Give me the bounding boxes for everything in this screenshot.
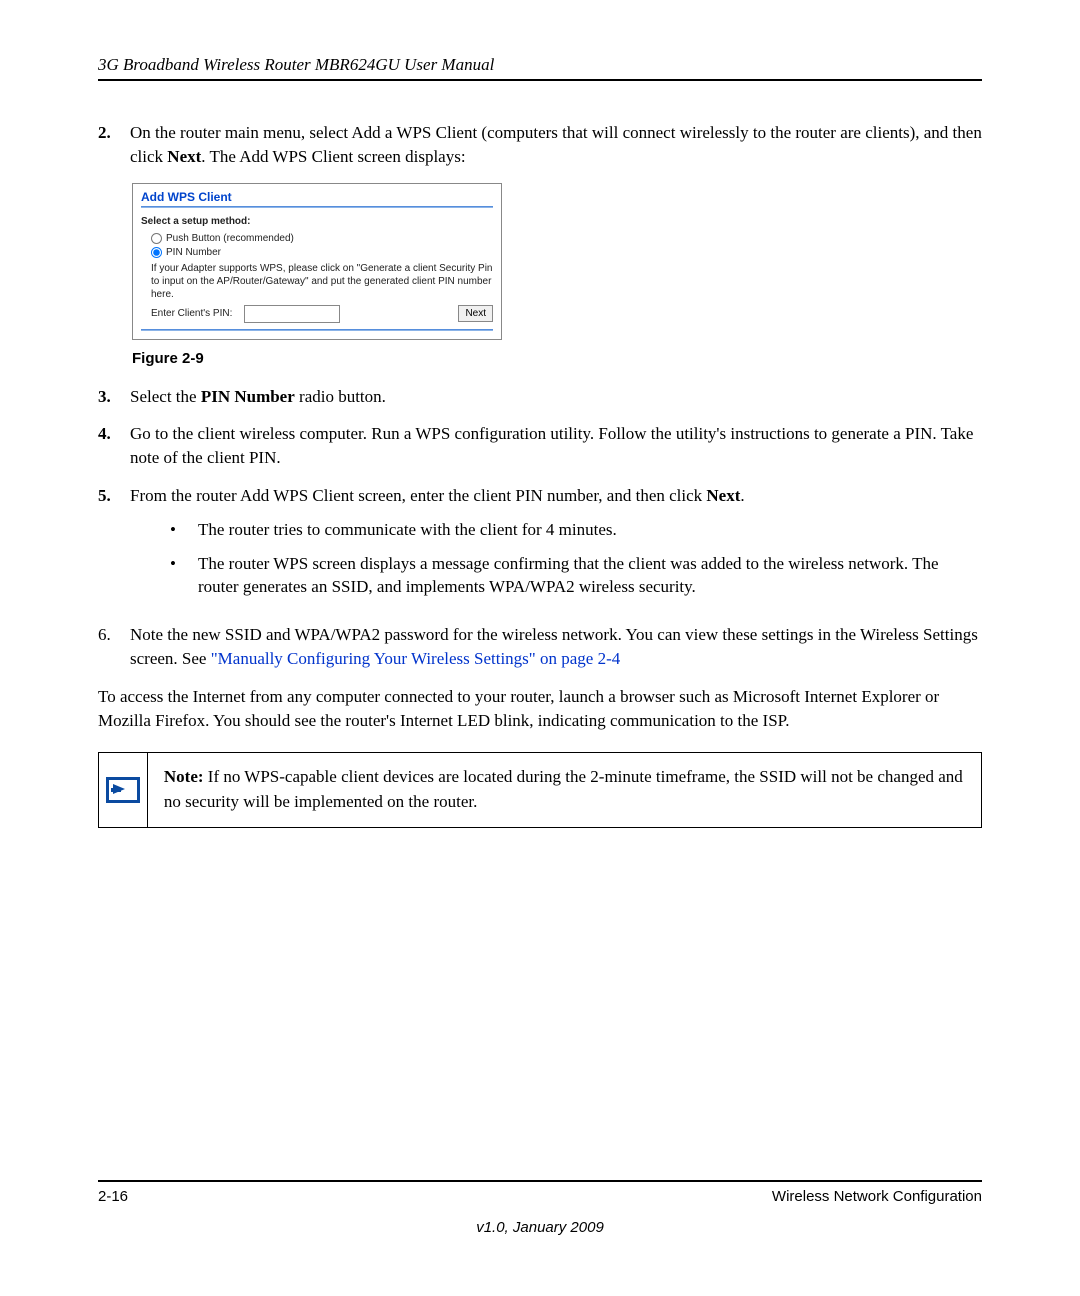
add-wps-client-screenshot: Add WPS Client Select a setup method: Pu… [132, 183, 502, 340]
page-number: 2-16 [98, 1188, 128, 1205]
select-method-label: Select a setup method: [141, 216, 493, 227]
step-5-text-b: . [740, 486, 744, 505]
step-5-next-bold: Next [706, 486, 740, 505]
manual-config-link[interactable]: "Manually Configuring Your Wireless Sett… [211, 649, 621, 668]
next-button[interactable]: Next [458, 305, 493, 322]
step-2-text: On the router main menu, select Add a WP… [130, 121, 982, 169]
note-label: Note: [164, 767, 204, 786]
section-name: Wireless Network Configuration [772, 1188, 982, 1205]
pin-number-radio[interactable] [151, 247, 162, 258]
pin-number-label: PIN Number [166, 247, 221, 258]
step-number-5: 5. [98, 484, 130, 609]
page-footer: 2-16 Wireless Network Configuration v1.0… [98, 1180, 982, 1236]
document-version: v1.0, January 2009 [98, 1219, 982, 1236]
pin-help-text: If your Adapter supports WPS, please cli… [151, 262, 493, 301]
step-number-6: 6. [98, 623, 130, 671]
bullet-1-text: The router tries to communicate with the… [198, 518, 617, 542]
step-3-pin-bold: PIN Number [201, 387, 295, 406]
step-number-3: 3. [98, 385, 130, 409]
step-5-text-a: From the router Add WPS Client screen, e… [130, 486, 706, 505]
step-6-text: Note the new SSID and WPA/WPA2 password … [130, 623, 982, 671]
panel-divider-bottom [141, 329, 493, 331]
push-button-label: Push Button (recommended) [166, 233, 294, 244]
push-button-radio[interactable] [151, 233, 162, 244]
arrow-right-icon [106, 777, 140, 803]
client-pin-input[interactable] [244, 305, 340, 323]
bullet-2-text: The router WPS screen displays a message… [198, 552, 982, 600]
bullet-icon: • [170, 552, 198, 600]
bullet-icon: • [170, 518, 198, 542]
note-body: If no WPS-capable client devices are loc… [164, 767, 963, 811]
figure-caption: Figure 2-9 [132, 350, 982, 367]
closing-paragraph: To access the Internet from any computer… [98, 685, 982, 733]
note-box: Note: If no WPS-capable client devices a… [98, 752, 982, 827]
step-3-text: Select the PIN Number radio button. [130, 385, 982, 409]
step-4-text: Go to the client wireless computer. Run … [130, 422, 982, 470]
panel-title: Add WPS Client [141, 190, 493, 204]
panel-divider [141, 206, 493, 208]
note-text: Note: If no WPS-capable client devices a… [148, 753, 981, 826]
enter-pin-label: Enter Client's PIN: [151, 308, 232, 319]
step-3-text-b: radio button. [295, 387, 386, 406]
header-rule [98, 79, 982, 81]
step-2-text-b: . The Add WPS Client screen displays: [201, 147, 465, 166]
footer-rule [98, 1180, 982, 1182]
step-5-text: From the router Add WPS Client screen, e… [130, 484, 982, 609]
step-number-2: 2. [98, 121, 130, 169]
note-icon-cell [99, 753, 148, 826]
step-2-next-bold: Next [167, 147, 201, 166]
step-number-4: 4. [98, 422, 130, 470]
step-3-text-a: Select the [130, 387, 201, 406]
running-header: 3G Broadband Wireless Router MBR624GU Us… [98, 55, 982, 79]
